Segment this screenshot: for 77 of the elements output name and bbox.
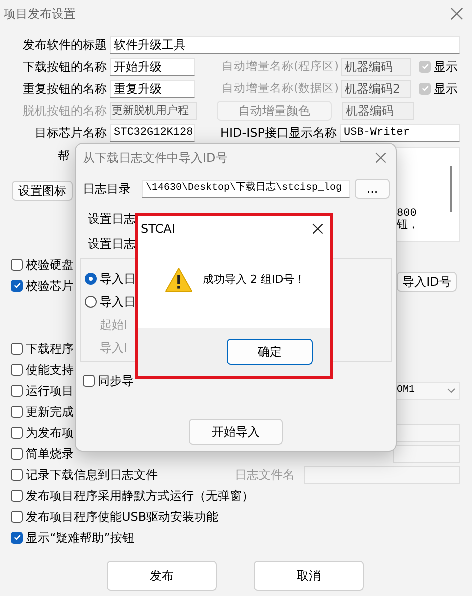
field-label: 设置日志 — [88, 210, 136, 228]
checkbox-label: 更新完成 — [26, 404, 74, 420]
field-label: 自动增量名称(程序区) — [221, 58, 339, 75]
set-icon-button[interactable]: 设置图标 — [12, 181, 73, 201]
checkbox-label: 同步导 — [98, 372, 134, 390]
checkbox-label: 简单烧录 — [26, 446, 74, 462]
chevron-down-icon — [447, 388, 456, 394]
checkbox[interactable] — [11, 280, 23, 292]
radio-label: 导入日 — [100, 270, 136, 288]
checkbox[interactable] — [11, 342, 23, 354]
checkbox[interactable] — [11, 384, 23, 396]
field-label: 帮 — [58, 148, 70, 165]
dialog-button[interactable]: 取消 — [254, 561, 364, 591]
checkbox[interactable] — [11, 426, 23, 438]
checkbox-label: 显示“疑难帮助”按钮 — [26, 530, 134, 546]
dialog-button[interactable]: 发布 — [107, 561, 217, 591]
dialog-title: 从下载日志文件中导入ID号 — [83, 150, 228, 167]
input-field: 机器编码 — [341, 58, 411, 76]
path-field[interactable]: \14630\Desktop\下载日志\stcisp_log — [142, 180, 350, 198]
check-icon — [12, 281, 22, 290]
checkbox-label: 显示 — [434, 58, 458, 76]
start-import-button[interactable]: 开始导入 — [189, 419, 283, 445]
checkbox[interactable] — [11, 510, 23, 522]
help-text-line: 800 — [397, 208, 418, 220]
field-label: 日志目录 — [83, 180, 132, 198]
checkbox-label: 显示 — [434, 80, 458, 98]
input-field[interactable]: USB-Writer — [340, 124, 460, 142]
input-field[interactable]: 重复升级 — [110, 80, 195, 98]
input-field: 更新脱机用户程 — [110, 102, 197, 120]
close-icon[interactable] — [312, 223, 324, 235]
window-title: 项目发布设置 — [4, 6, 76, 23]
message-text: 成功导入 2 组ID号！ — [203, 272, 306, 288]
input-field: 机器编码 — [342, 102, 414, 120]
dropdown-value: OM1 — [397, 384, 416, 398]
checkbox-label: 发布项目程序使能USB驱动安装功能 — [26, 508, 219, 526]
checkbox-label: 下载程序 — [26, 340, 74, 358]
checkbox[interactable] — [11, 532, 23, 544]
field-label: HID-ISP接口显示名称 — [219, 124, 337, 142]
field-label: 发布软件的标题 — [22, 36, 107, 54]
field-label: 下载按钮的名称 — [22, 58, 107, 76]
checkbox-label: 发布项目程序采用静默方式运行（无弹窗） — [26, 488, 254, 504]
field-label: 目标芯片名称 — [34, 124, 107, 142]
warning-icon — [165, 267, 193, 293]
field-label: 自动增量名称(数据区) — [221, 80, 339, 97]
scrollbar-thumb[interactable] — [450, 166, 452, 212]
field-label: 脱机按钮的名称 — [22, 102, 107, 120]
message-box-title: STCAI — [141, 221, 176, 238]
input-field[interactable]: 开始升级 — [110, 58, 195, 76]
checkbox[interactable] — [11, 364, 23, 376]
field-label: 起始I — [100, 316, 128, 334]
radio-label: 导入日 — [100, 294, 136, 310]
checkbox[interactable] — [11, 448, 23, 460]
checkbox[interactable] — [11, 406, 23, 418]
input-field: 机器编码2 — [341, 80, 411, 98]
checkbox-label: 记录下载信息到日志文件 — [26, 466, 158, 484]
checkbox-label: 为发布项 — [26, 424, 74, 442]
import-id-button[interactable]: 导入ID号 — [397, 272, 457, 292]
browse-button[interactable]: ... — [355, 178, 390, 198]
checkbox[interactable] — [11, 258, 23, 270]
checkbox-label: 使能支持 — [26, 362, 74, 378]
checkbox[interactable] — [11, 490, 23, 502]
field-label: 重复按钮的名称 — [22, 80, 107, 98]
input-field[interactable]: 软件升级工具 — [110, 36, 460, 54]
radio-button[interactable] — [85, 272, 97, 284]
check-icon — [12, 533, 22, 542]
help-text-line: 钮， — [397, 220, 419, 232]
checkbox-label: 校验硬盘 — [26, 256, 74, 274]
checkbox[interactable] — [83, 374, 95, 386]
checkbox-label: 校验芯片 — [26, 278, 74, 294]
radio-button[interactable] — [85, 296, 97, 308]
checkbox-label: 运行项目 — [26, 382, 74, 400]
field-label: 导入I — [100, 340, 128, 356]
field-label: 日志文件名 — [235, 466, 295, 484]
checkbox[interactable] — [11, 468, 23, 480]
input-field[interactable]: STC32G12K128 — [110, 124, 195, 142]
field-label: 设置日志 — [88, 236, 136, 252]
ok-button[interactable]: 确定 — [227, 339, 313, 365]
